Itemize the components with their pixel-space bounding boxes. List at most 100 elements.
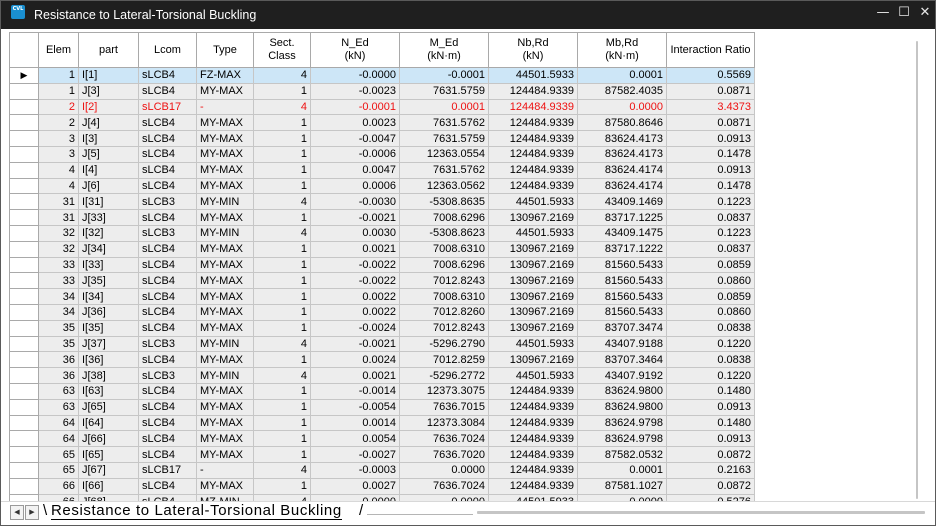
cell-part[interactable]: I[3] — [78, 130, 139, 147]
cell-mb-rd[interactable]: 83624.4174 — [577, 177, 667, 195]
cell-n-ed[interactable]: 0.0024 — [310, 351, 400, 369]
cell-lcom[interactable]: sLCB3 — [138, 335, 197, 353]
cell-mb-rd[interactable]: 43409.1469 — [577, 193, 667, 211]
cell-m-ed[interactable]: 7008.6310 — [399, 240, 489, 258]
tab-resistance-to-lateral-torsional-buckling[interactable]: Resistance to Lateral-Torsional Buckling — [51, 502, 342, 520]
row-selector[interactable]: ▶ — [9, 67, 39, 84]
row-selector[interactable] — [9, 177, 39, 195]
table-row[interactable]: 63 J[65] sLCB4 MY-MAX 1 -0.0054 7636.7015 12448… — [9, 398, 755, 416]
cell-interaction-ratio[interactable]: 0.0860 — [666, 272, 755, 290]
cell-m-ed[interactable]: 7012.8243 — [399, 319, 489, 337]
row-selector[interactable] — [9, 193, 39, 211]
table-row[interactable]: 2 J[4] sLCB4 MY-MAX 1 0.0023 7631.5762 124484.9… — [9, 114, 755, 132]
cell-sect-class[interactable]: 1 — [253, 477, 311, 495]
cell-elem[interactable]: 35 — [38, 335, 79, 353]
cell-sect-class[interactable]: 4 — [253, 461, 311, 479]
cell-mb-rd[interactable]: 0.0001 — [577, 67, 667, 84]
cell-type[interactable]: MY-MIN — [196, 193, 254, 211]
cell-elem[interactable]: 66 — [38, 493, 79, 501]
cell-nb-rd[interactable]: 124484.9339 — [488, 477, 578, 495]
cell-nb-rd[interactable]: 124484.9339 — [488, 446, 578, 463]
cell-elem[interactable]: 66 — [38, 477, 79, 495]
cell-type[interactable]: - — [196, 98, 254, 116]
cell-sect-class[interactable]: 1 — [253, 414, 311, 432]
table-row[interactable]: 33 J[35] sLCB4 MY-MAX 1 -0.0022 7012.8243 13096… — [9, 272, 755, 290]
cell-nb-rd[interactable]: 124484.9339 — [488, 461, 578, 479]
row-selector[interactable] — [9, 414, 39, 432]
cell-interaction-ratio[interactable]: 0.5569 — [666, 67, 755, 84]
row-selector[interactable] — [9, 367, 39, 384]
cell-type[interactable]: MZ-MIN — [196, 493, 254, 501]
cell-part[interactable]: I[64] — [78, 414, 139, 432]
cell-sect-class[interactable]: 1 — [253, 130, 311, 147]
cell-lcom[interactable]: sLCB4 — [138, 256, 197, 274]
cell-part[interactable]: J[3] — [78, 82, 139, 100]
cell-lcom[interactable]: sLCB4 — [138, 272, 197, 290]
cell-sect-class[interactable]: 4 — [253, 98, 311, 116]
cell-lcom[interactable]: sLCB3 — [138, 224, 197, 242]
cell-sect-class[interactable]: 1 — [253, 288, 311, 305]
cell-lcom[interactable]: sLCB4 — [138, 82, 197, 100]
cell-lcom[interactable]: sLCB4 — [138, 114, 197, 132]
cell-mb-rd[interactable]: 0.0000 — [577, 493, 667, 501]
cell-nb-rd[interactable]: 44501.5933 — [488, 67, 578, 84]
cell-n-ed[interactable]: -0.0021 — [310, 335, 400, 353]
cell-nb-rd[interactable]: 124484.9339 — [488, 177, 578, 195]
table-row[interactable]: 65 J[67] sLCB17-4 -0.0003 0.0000 124484.9339 0… — [9, 461, 755, 479]
cell-lcom[interactable]: sLCB4 — [138, 130, 197, 147]
table-row[interactable]: 4 I[4] sLCB4 MY-MAX 1 0.0047 7631.5762 124484.9… — [9, 161, 755, 179]
cell-sect-class[interactable]: 1 — [253, 303, 311, 321]
cell-nb-rd[interactable]: 130967.2169 — [488, 256, 578, 274]
cell-interaction-ratio[interactable]: 0.1220 — [666, 335, 755, 353]
cell-mb-rd[interactable]: 0.0001 — [577, 461, 667, 479]
cell-m-ed[interactable]: -5308.8623 — [399, 224, 489, 242]
cell-nb-rd[interactable]: 124484.9339 — [488, 161, 578, 179]
cell-lcom[interactable]: sLCB3 — [138, 367, 197, 384]
row-selector[interactable] — [9, 493, 39, 501]
cell-interaction-ratio[interactable]: 0.1223 — [666, 193, 755, 211]
cell-elem[interactable]: 4 — [38, 161, 79, 179]
cell-elem[interactable]: 65 — [38, 461, 79, 479]
cell-elem[interactable]: 34 — [38, 288, 79, 305]
cell-elem[interactable]: 64 — [38, 430, 79, 448]
cell-part[interactable]: J[66] — [78, 430, 139, 448]
cell-mb-rd[interactable]: 87582.4035 — [577, 82, 667, 100]
cell-n-ed[interactable]: 0.0021 — [310, 240, 400, 258]
table-row[interactable]: 33 I[33] sLCB4 MY-MAX 1 -0.0022 7008.6296 13096… — [9, 256, 755, 274]
cell-mb-rd[interactable]: 87582.0532 — [577, 446, 667, 463]
cell-m-ed[interactable]: 12373.3084 — [399, 414, 489, 432]
row-selector[interactable] — [9, 446, 39, 463]
cell-m-ed[interactable]: 7636.7020 — [399, 446, 489, 463]
cell-n-ed[interactable]: 0.0027 — [310, 477, 400, 495]
cell-elem[interactable]: 3 — [38, 145, 79, 163]
row-selector[interactable] — [9, 477, 39, 495]
cell-elem[interactable]: 33 — [38, 256, 79, 274]
cell-lcom[interactable]: sLCB4 — [138, 240, 197, 258]
cell-nb-rd[interactable]: 44501.5933 — [488, 335, 578, 353]
table-row[interactable]: 4 J[6] sLCB4 MY-MAX 1 0.0006 12363.0562 124484.… — [9, 177, 755, 195]
cell-interaction-ratio[interactable]: 0.0872 — [666, 446, 755, 463]
cell-part[interactable]: I[65] — [78, 446, 139, 463]
cell-n-ed[interactable]: -0.0001 — [310, 98, 400, 116]
row-selector[interactable] — [9, 382, 39, 400]
cell-sect-class[interactable]: 1 — [253, 430, 311, 448]
table-row[interactable]: 1 J[3] sLCB4 MY-MAX 1 -0.0023 7631.5759 124484.… — [9, 82, 755, 100]
cell-part[interactable]: I[36] — [78, 351, 139, 369]
table-row[interactable]: 64 J[66] sLCB4 MY-MAX 1 0.0054 7636.7024 124484… — [9, 430, 755, 448]
cell-lcom[interactable]: sLCB17 — [138, 461, 197, 479]
cell-type[interactable]: MY-MIN — [196, 367, 254, 384]
cell-lcom[interactable]: sLCB4 — [138, 209, 197, 226]
cell-m-ed[interactable]: 7012.8243 — [399, 272, 489, 290]
cell-mb-rd[interactable]: 83624.4173 — [577, 145, 667, 163]
cell-mb-rd[interactable]: 43409.1475 — [577, 224, 667, 242]
cell-elem[interactable]: 1 — [38, 82, 79, 100]
cell-mb-rd[interactable]: 43407.9188 — [577, 335, 667, 353]
row-selector[interactable] — [9, 398, 39, 416]
cell-n-ed[interactable]: 0.0006 — [310, 177, 400, 195]
cell-type[interactable]: MY-MAX — [196, 82, 254, 100]
cell-part[interactable]: I[2] — [78, 98, 139, 116]
table-row[interactable]: 36 I[36] sLCB4 MY-MAX 1 0.0024 7012.8259 130967… — [9, 351, 755, 369]
cell-interaction-ratio[interactable]: 0.0913 — [666, 130, 755, 147]
table-row[interactable]: 32 I[32] sLCB3 MY-MIN 4 0.0030 -5308.8623 44501… — [9, 224, 755, 242]
cell-m-ed[interactable]: -5296.2772 — [399, 367, 489, 384]
